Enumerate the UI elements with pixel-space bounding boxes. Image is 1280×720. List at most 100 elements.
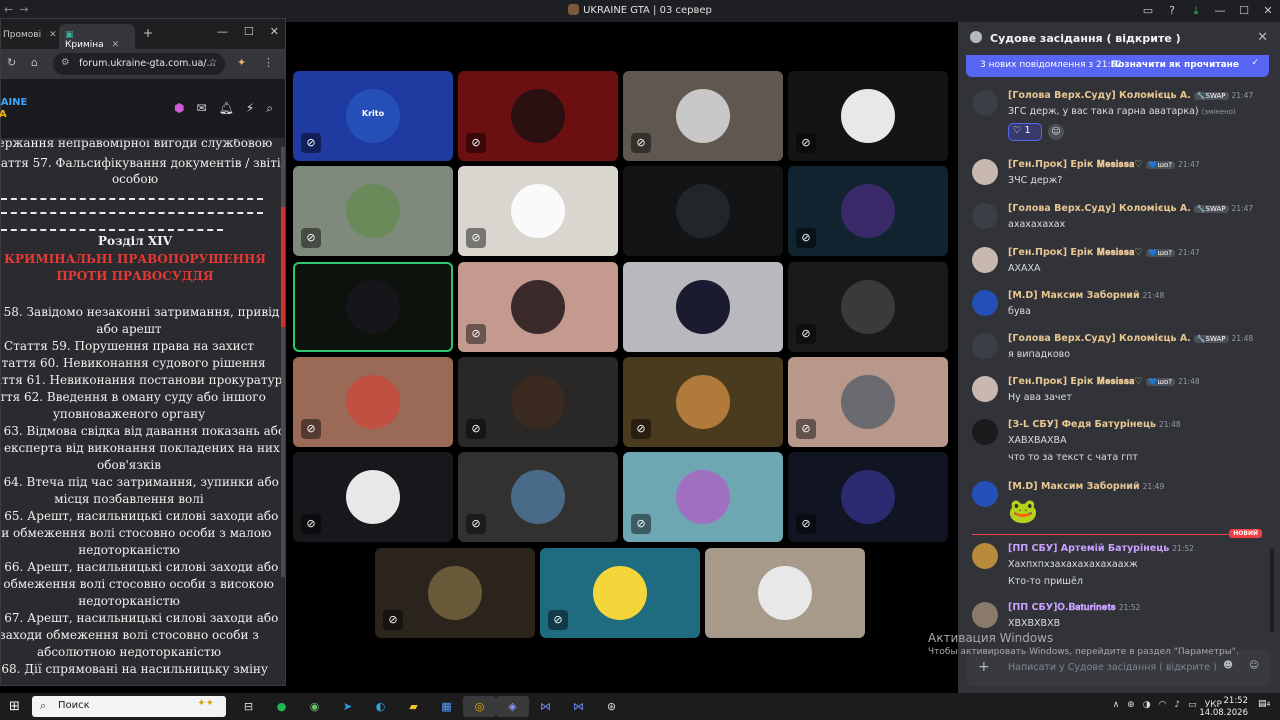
- help-icon[interactable]: ?: [1160, 0, 1184, 22]
- scrollbar-thumb[interactable]: [281, 207, 285, 327]
- participant-tile[interactable]: ⊘: [293, 452, 453, 542]
- avatar[interactable]: [972, 481, 998, 507]
- maximize-button[interactable]: ☐: [1232, 0, 1256, 22]
- avatar[interactable]: [972, 376, 998, 402]
- participant-tile[interactable]: ⊘: [623, 452, 783, 542]
- vs-icon[interactable]: ⋈: [529, 696, 562, 717]
- close-chat-icon[interactable]: ✕: [1257, 30, 1268, 45]
- mail-icon[interactable]: ✉: [197, 101, 207, 116]
- extension-icon[interactable]: ✦: [237, 56, 246, 69]
- xbox-icon[interactable]: ◉: [298, 696, 331, 717]
- maximize-button[interactable]: ☐: [244, 25, 254, 38]
- attach-icon[interactable]: +: [978, 659, 990, 675]
- sticker-icon[interactable]: ☺: [1249, 660, 1259, 671]
- message-author[interactable]: [ПП СБУ] Артемій Батурінець 21:52: [1008, 543, 1194, 554]
- mark-read-button[interactable]: Позначити як прочитане: [1111, 60, 1239, 70]
- author-name[interactable]: [Ген.Прок] Ерік 𝐌𝐞𝐬𝐢𝐬𝐬𝐚♡: [1008, 159, 1143, 170]
- clock[interactable]: 21:52 14.08.2026: [1199, 695, 1248, 719]
- avatar[interactable]: [972, 203, 998, 229]
- close-button[interactable]: ✕: [270, 25, 279, 38]
- scrollbar[interactable]: [281, 147, 285, 577]
- article-line[interactable]: ття 63. Відмова свідка від давання показ…: [1, 423, 285, 440]
- telegram-icon[interactable]: ➤: [331, 696, 364, 717]
- article-line[interactable]: абсолютною недоторканістю: [1, 644, 279, 661]
- search-icon[interactable]: ⌕: [266, 101, 273, 116]
- participant-tile[interactable]: [293, 262, 453, 352]
- url-field[interactable]: ⚙ forum.ukraine-gta.com.ua/... ☆: [53, 53, 225, 75]
- home-icon[interactable]: ⌂: [31, 56, 38, 69]
- bolt-icon[interactable]: ⚡︎: [246, 101, 254, 116]
- participant-tile[interactable]: Krito ⊘: [293, 71, 453, 161]
- author-name[interactable]: [Голова Верх.Суду] Коломієць А.: [1008, 333, 1191, 344]
- article-line[interactable]: або арешт: [1, 321, 279, 338]
- spotify-icon[interactable]: ●: [265, 696, 298, 717]
- article-line[interactable]: Стаття 60. Невиконання судового рішення: [1, 355, 279, 372]
- article-line[interactable]: ття 67. Арешт, насильницькі силові заход…: [1, 610, 279, 627]
- author-name[interactable]: [Ген.Прок] Ерік 𝐌𝐞𝐬𝐢𝐬𝐬𝐚♡: [1008, 376, 1143, 387]
- participant-tile[interactable]: ⊘: [788, 71, 948, 161]
- close-tab-icon[interactable]: ✕: [49, 30, 57, 40]
- site-info-icon[interactable]: ⚙: [61, 57, 70, 68]
- article-line[interactable]: недоторканістю: [1, 593, 279, 610]
- participant-tile[interactable]: ⊘: [458, 166, 618, 256]
- article-line[interactable]: місця позбавлення волі: [1, 491, 279, 508]
- participant-tile[interactable]: ⊘: [788, 357, 948, 447]
- add-reaction-icon[interactable]: ☺: [1048, 124, 1064, 140]
- chat-scrollbar[interactable]: [1270, 548, 1274, 632]
- tray-app-icon-2[interactable]: ◑: [1143, 700, 1151, 710]
- store-icon[interactable]: ▦: [430, 696, 463, 717]
- reload-icon[interactable]: ↻: [7, 56, 16, 69]
- article-line[interactable]: я 68. Дії спрямовані на насильницьку змі…: [1, 661, 279, 678]
- article-line[interactable]: аття 62. Введення в оману суду або іншог…: [1, 389, 279, 406]
- participant-tile[interactable]: ⊘: [458, 262, 618, 352]
- logo-badge-icon[interactable]: ⬢: [174, 101, 184, 116]
- article-line[interactable]: Стаття 59. Порушення права на захист: [1, 338, 279, 355]
- article-line[interactable]: обов'язків: [1, 457, 279, 474]
- author-name[interactable]: [Голова Верх.Суду] Коломієць А.: [1008, 90, 1191, 101]
- participant-tile[interactable]: ⊘: [375, 548, 535, 638]
- avatar[interactable]: [972, 159, 998, 185]
- participant-tile[interactable]: ⊘: [293, 357, 453, 447]
- participant-tile[interactable]: [705, 548, 865, 638]
- volume-icon[interactable]: ♪: [1174, 700, 1180, 710]
- article-line[interactable]: оди обмеження волі стосовно особи з мало…: [1, 525, 279, 542]
- author-name[interactable]: [Голова Верх.Суду] Коломієць А.: [1008, 203, 1191, 214]
- message-author[interactable]: [Ген.Прок] Ерік 𝐌𝐞𝐬𝐢𝐬𝐬𝐚♡ 💙шо? 21:47: [1008, 159, 1200, 170]
- inbox-icon[interactable]: ▭: [1136, 0, 1160, 22]
- task-view-icon[interactable]: ⊟: [232, 696, 265, 717]
- avatar[interactable]: [972, 247, 998, 273]
- new-messages-banner[interactable]: 3 нових повідомлення з 21:52 Позначити як…: [966, 55, 1269, 77]
- chrome-icon[interactable]: ◎: [463, 696, 496, 717]
- forum-logo[interactable]: RAINETA: [0, 97, 33, 125]
- steam-icon[interactable]: ⊛: [595, 696, 628, 717]
- bell-icon[interactable]: 🔔︎: [219, 101, 234, 116]
- wifi-icon[interactable]: ◠: [1159, 700, 1167, 710]
- article-line[interactable]: ова експерта від виконання покладених на…: [1, 440, 280, 457]
- article-line[interactable]: ття 58. Завідомо незаконні затримання, п…: [1, 304, 279, 321]
- avatar[interactable]: [972, 90, 998, 116]
- message-author[interactable]: [Голова Верх.Суду] Коломієць А. 🔧SWAP 21:4…: [1008, 333, 1253, 344]
- author-name[interactable]: [ПП СБУ]𝐎.𝐁𝐚𝐭𝐮𝐫𝐢𝐧𝐞𝐭𝐬: [1008, 602, 1116, 613]
- menu-icon[interactable]: ⋮: [263, 56, 274, 69]
- minimize-button[interactable]: —: [1208, 0, 1232, 22]
- article-line[interactable]: Стаття 61. Невиконання постанови прокура…: [1, 372, 285, 389]
- article-line[interactable]: ття 66. Арешт, насильницькі силові заход…: [1, 559, 279, 576]
- new-tab-button[interactable]: +: [143, 26, 153, 40]
- close-button[interactable]: ✕: [1256, 0, 1280, 22]
- article-line[interactable]: недоторканістю: [1, 542, 279, 559]
- browser-tab[interactable]: Промові ✕: [0, 24, 57, 49]
- article-line[interactable]: уповноваженого органу: [1, 406, 279, 423]
- browser-tab-active[interactable]: ▣ Криміна ✕: [59, 24, 135, 50]
- avatar[interactable]: [972, 543, 998, 569]
- battery-icon[interactable]: ▭: [1188, 700, 1197, 710]
- participant-tile[interactable]: ⊘: [623, 357, 783, 447]
- participant-tile[interactable]: ⊘: [540, 548, 700, 638]
- author-name[interactable]: [M.D] Максим Заборний: [1008, 481, 1140, 492]
- message-author[interactable]: [ПП СБУ]𝐎.𝐁𝐚𝐭𝐮𝐫𝐢𝐧𝐞𝐭𝐬 21:52: [1008, 602, 1140, 613]
- participant-tile[interactable]: ⊘: [293, 166, 453, 256]
- tray-chevron-icon[interactable]: ∧: [1113, 700, 1120, 710]
- message-author[interactable]: [З-L СБУ] Федя Батурінець 21:48: [1008, 419, 1181, 430]
- message-author[interactable]: [Ген.Прок] Ерік 𝐌𝐞𝐬𝐢𝐬𝐬𝐚♡ 💙шо? 21:47: [1008, 247, 1200, 258]
- participant-tile[interactable]: ⊘: [788, 166, 948, 256]
- discord-icon[interactable]: ◈: [496, 696, 529, 717]
